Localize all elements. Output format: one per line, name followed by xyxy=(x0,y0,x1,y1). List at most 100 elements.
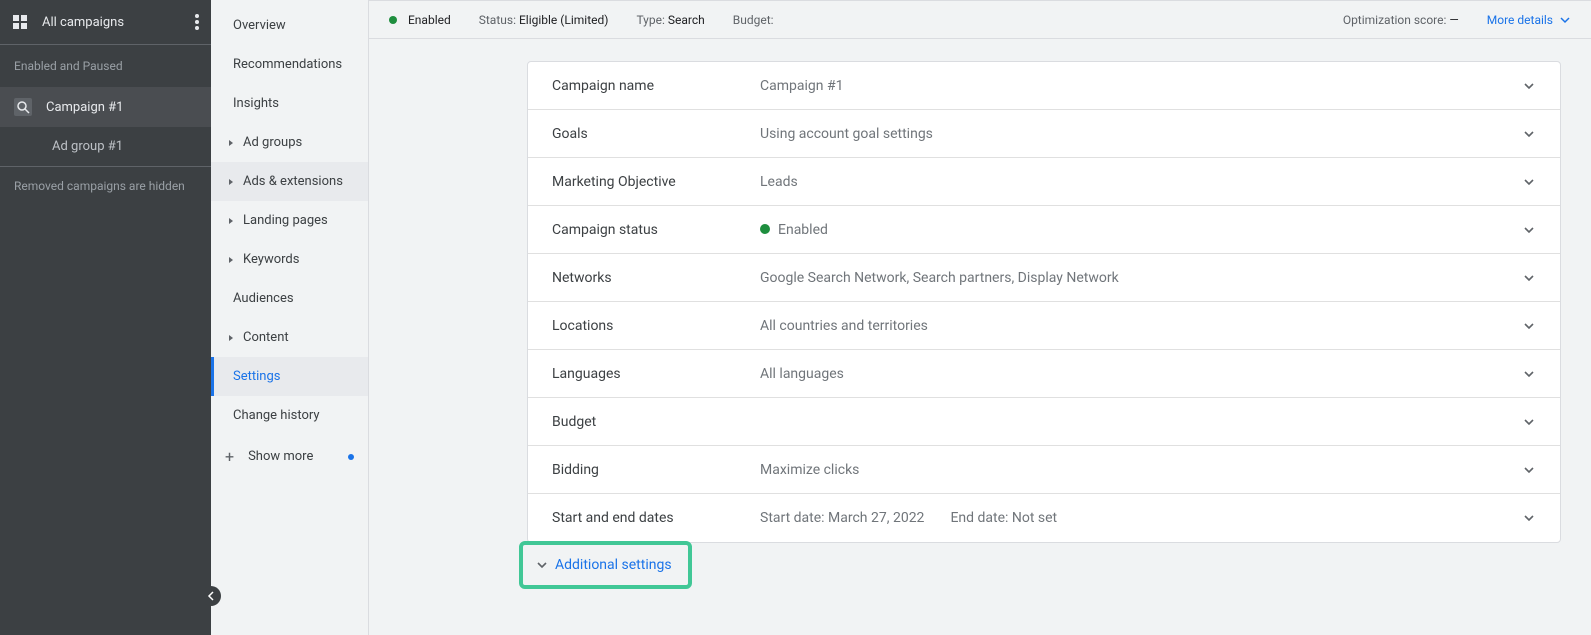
campaign-status-bar: Enabled Status: Eligible (Limited) Type:… xyxy=(369,0,1591,39)
more-details-link[interactable]: More details xyxy=(1487,13,1571,27)
row-label: Campaign name xyxy=(552,78,760,94)
optimization-label: Optimization score: xyxy=(1343,13,1447,27)
status-dot-icon xyxy=(389,16,397,24)
apps-icon xyxy=(12,14,28,30)
more-details-label: More details xyxy=(1487,13,1553,27)
row-label: Bidding xyxy=(552,462,760,478)
status-filter[interactable]: Enabled and Paused xyxy=(0,45,211,87)
secnav-label: Landing pages xyxy=(243,213,328,228)
secnav-label: Settings xyxy=(233,369,280,384)
secnav-label: Ads & extensions xyxy=(243,174,343,189)
row-label: Campaign status xyxy=(552,222,760,238)
secnav-recommendations[interactable]: Recommendations xyxy=(211,45,368,84)
collapse-nav-icon[interactable] xyxy=(201,586,221,606)
nav-sidebar: All campaigns Enabled and Paused Campaig… xyxy=(0,0,211,635)
secnav-audiences[interactable]: Audiences xyxy=(211,279,368,318)
secnav-label: Overview xyxy=(233,18,286,33)
all-campaigns-label: All campaigns xyxy=(42,15,195,30)
additional-settings-label: Additional settings xyxy=(555,557,672,573)
additional-settings-toggle[interactable]: Additional settings xyxy=(527,551,680,579)
row-label: Start and end dates xyxy=(552,510,760,526)
settings-row[interactable]: Marketing ObjectiveLeads xyxy=(528,158,1560,206)
settings-row[interactable]: LocationsAll countries and territories xyxy=(528,302,1560,350)
secnav-insights[interactable]: Insights xyxy=(211,84,368,123)
settings-card: Campaign nameCampaign #1GoalsUsing accou… xyxy=(527,61,1561,543)
search-campaign-icon xyxy=(14,98,32,116)
settings-row[interactable]: BiddingMaximize clicks xyxy=(528,446,1560,494)
secnav-keywords[interactable]: Keywords xyxy=(211,240,368,279)
row-value: All languages xyxy=(760,366,844,382)
chevron-down-icon xyxy=(1522,367,1536,381)
secnav-content[interactable]: Content xyxy=(211,318,368,357)
chevron-down-icon xyxy=(1522,271,1536,285)
secnav-adgroups[interactable]: Ad groups xyxy=(211,123,368,162)
secnav-label: Audiences xyxy=(233,291,294,306)
row-value: Leads xyxy=(760,174,798,190)
chevron-down-icon xyxy=(1559,14,1571,26)
enabled-label: Enabled xyxy=(408,13,451,27)
sidebar-item-adgroup[interactable]: Ad group #1 xyxy=(0,127,211,167)
show-more-label: Show more xyxy=(248,449,313,464)
all-campaigns-row[interactable]: All campaigns xyxy=(0,0,211,45)
secnav-show-more[interactable]: + Show more xyxy=(211,435,368,478)
status-dot-icon xyxy=(760,224,770,234)
secnav-label: Ad groups xyxy=(243,135,302,150)
secnav-settings[interactable]: Settings xyxy=(211,357,368,396)
adgroup-label: Ad group #1 xyxy=(52,139,123,154)
secnav-ads-extensions[interactable]: Ads & extensions xyxy=(211,162,368,201)
row-value: Maximize clicks xyxy=(760,462,859,478)
settings-row[interactable]: Budget xyxy=(528,398,1560,446)
settings-row[interactable]: Start and end datesStart date: March 27,… xyxy=(528,494,1560,542)
chevron-down-icon xyxy=(1522,79,1536,93)
row-label: Marketing Objective xyxy=(552,174,760,190)
status-value: Eligible (Limited) xyxy=(519,13,608,27)
enabled-status: Enabled xyxy=(389,13,451,27)
campaign-label: Campaign #1 xyxy=(46,100,123,115)
sidebar-item-campaign[interactable]: Campaign #1 xyxy=(0,87,211,127)
hidden-campaigns-note: Removed campaigns are hidden xyxy=(0,167,211,205)
chevron-down-icon xyxy=(1522,511,1536,525)
optimization-value: — xyxy=(1449,13,1458,27)
chevron-down-icon xyxy=(1522,463,1536,477)
row-label: Budget xyxy=(552,414,760,430)
chevron-down-icon xyxy=(1522,127,1536,141)
secnav-label: Keywords xyxy=(243,252,299,267)
chevron-down-icon xyxy=(535,558,549,572)
row-label: Locations xyxy=(552,318,760,334)
row-value: Enabled xyxy=(778,222,828,238)
plus-icon: + xyxy=(225,447,234,466)
row-value: Campaign #1 xyxy=(760,78,843,94)
settings-row[interactable]: GoalsUsing account goal settings xyxy=(528,110,1560,158)
status-field: Status: Eligible (Limited) xyxy=(479,13,609,27)
settings-row[interactable]: Campaign status Enabled xyxy=(528,206,1560,254)
secnav-label: Change history xyxy=(233,408,320,423)
secondary-nav: Overview Recommendations Insights Ad gro… xyxy=(211,0,369,635)
row-label: Goals xyxy=(552,126,760,142)
end-date-value: End date: Not set xyxy=(950,510,1057,526)
settings-row[interactable]: LanguagesAll languages xyxy=(528,350,1560,398)
chevron-down-icon xyxy=(1522,175,1536,189)
secnav-change-history[interactable]: Change history xyxy=(211,396,368,435)
chevron-down-icon xyxy=(1522,223,1536,237)
secnav-overview[interactable]: Overview xyxy=(211,6,368,45)
secnav-landing-pages[interactable]: Landing pages xyxy=(211,201,368,240)
optimization-field: Optimization score: — xyxy=(1343,13,1459,27)
settings-row[interactable]: Campaign nameCampaign #1 xyxy=(528,62,1560,110)
row-label: Languages xyxy=(552,366,760,382)
secnav-label: Recommendations xyxy=(233,57,342,72)
more-vert-icon[interactable] xyxy=(195,14,199,30)
main-content: Enabled Status: Eligible (Limited) Type:… xyxy=(369,0,1591,635)
settings-row[interactable]: NetworksGoogle Search Network, Search pa… xyxy=(528,254,1560,302)
row-value: Google Search Network, Search partners, … xyxy=(760,270,1119,286)
secnav-label: Content xyxy=(243,330,289,345)
chevron-down-icon xyxy=(1522,319,1536,333)
row-value: All countries and territories xyxy=(760,318,928,334)
chevron-down-icon xyxy=(1522,415,1536,429)
type-label: Type: xyxy=(636,13,664,27)
row-label: Networks xyxy=(552,270,760,286)
secnav-label: Insights xyxy=(233,96,279,111)
notification-dot-icon xyxy=(348,454,354,460)
budget-label: Budget: xyxy=(733,13,774,27)
additional-settings-highlight: Additional settings xyxy=(519,541,692,589)
budget-field: Budget: xyxy=(733,13,774,27)
